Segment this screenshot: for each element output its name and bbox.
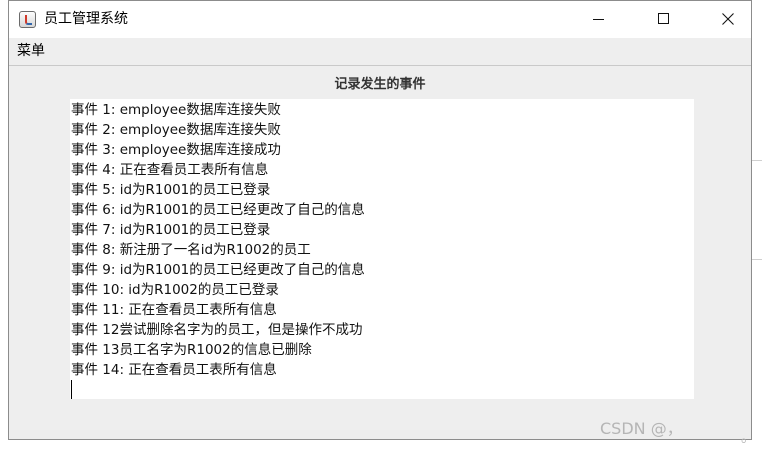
- log-line: 事件 9: id为R1001的员工已经更改了自己的信息: [71, 262, 365, 278]
- log-line: 事件 6: id为R1001的员工已经更改了自己的信息: [71, 202, 365, 218]
- event-log-textarea[interactable]: 事件 1: employee数据库连接失败 事件 2: employee数据库连…: [70, 99, 694, 399]
- java-cup-icon: [19, 11, 36, 28]
- log-line: 事件 2: employee数据库连接失败: [71, 122, 281, 138]
- close-icon: [722, 13, 734, 25]
- maximize-button[interactable]: [642, 1, 688, 38]
- watermark-dot: 。: [741, 430, 755, 446]
- app-window: 员工管理系统 菜单 记录发生的事件 事件 1: employee数据库连接失败 …: [8, 0, 752, 440]
- log-line: 事件 13员工名字为R1002的信息已删除: [71, 342, 312, 358]
- text-caret: [71, 380, 72, 399]
- maximize-icon: [658, 13, 669, 24]
- log-line: 事件 12尝试删除名字为的员工，但是操作不成功: [71, 322, 363, 338]
- log-line: 事件 11: 正在查看员工表所有信息: [71, 302, 277, 318]
- log-line: 事件 8: 新注册了一名id为R1002的员工: [71, 242, 311, 258]
- title-bar[interactable]: 员工管理系统: [9, 1, 751, 38]
- menu-item-main[interactable]: 菜单: [17, 42, 45, 60]
- panel-title: 记录发生的事件: [334, 77, 426, 92]
- csdn-watermark: CSDN @，: [600, 419, 683, 438]
- log-line: 事件 5: id为R1001的员工已登录: [71, 182, 271, 198]
- window-title: 员工管理系统: [44, 11, 128, 27]
- log-line: 事件 3: employee数据库连接成功: [71, 142, 281, 158]
- background-window-edge: [752, 160, 762, 260]
- log-line: 事件 14: 正在查看员工表所有信息: [71, 362, 277, 378]
- close-button[interactable]: [706, 1, 752, 38]
- log-line: 事件 4: 正在查看员工表所有信息: [71, 162, 269, 178]
- minimize-icon: [593, 19, 604, 20]
- minimize-button[interactable]: [577, 1, 623, 38]
- menu-bar: 菜单: [9, 38, 751, 66]
- log-line: 事件 7: id为R1001的员工已登录: [71, 222, 271, 238]
- log-line: 事件 10: id为R1002的员工已登录: [71, 282, 279, 298]
- log-line: 事件 1: employee数据库连接失败: [71, 102, 281, 118]
